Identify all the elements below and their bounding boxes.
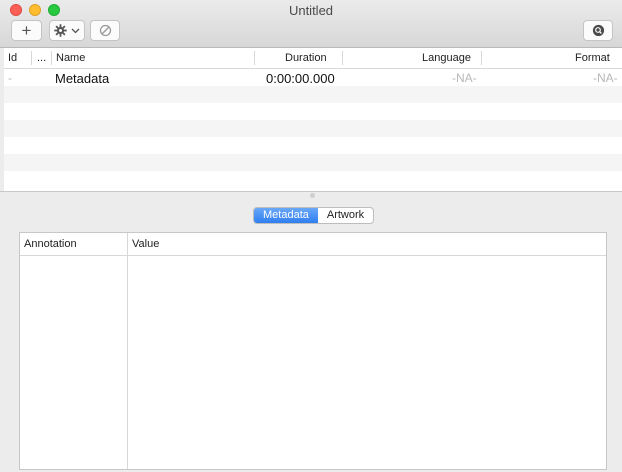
- window-title: Untitled: [288, 3, 334, 18]
- empty-row: [4, 137, 622, 154]
- column-header-duration[interactable]: Duration: [285, 52, 327, 64]
- column-header-format[interactable]: Format: [575, 52, 610, 64]
- app-window: Untitled + Id ... Name Duration Language…: [0, 0, 622, 472]
- empty-row: [4, 154, 622, 171]
- cell-name: Metadata: [55, 71, 110, 86]
- empty-row: [4, 171, 622, 188]
- metadata-table-header: Annotation Value: [20, 233, 606, 256]
- segmented-tabs: Metadata Artwork: [253, 207, 375, 224]
- split-handle[interactable]: [310, 193, 315, 198]
- empty-row: [4, 103, 622, 120]
- column-header-value[interactable]: Value: [132, 238, 159, 250]
- table-header: Id ... Name Duration Language Format: [4, 48, 622, 69]
- gear-icon: [54, 24, 67, 37]
- column-header-ellipsis[interactable]: ...: [37, 52, 46, 64]
- search-button[interactable]: [583, 20, 613, 41]
- cell-duration: 0:00:00.000: [266, 71, 335, 86]
- cancel-button[interactable]: [90, 20, 120, 41]
- prohibited-icon: [99, 24, 111, 37]
- search-icon: [592, 24, 604, 37]
- empty-row: [4, 120, 622, 137]
- cell-format: -NA-: [593, 71, 618, 85]
- empty-row: [4, 86, 622, 103]
- column-divider[interactable]: [127, 233, 128, 469]
- metadata-table: Annotation Value: [19, 232, 607, 470]
- column-header-name[interactable]: Name: [56, 52, 85, 64]
- column-header-annotation[interactable]: Annotation: [24, 238, 77, 250]
- column-divider[interactable]: [254, 51, 255, 65]
- tab-artwork[interactable]: Artwork: [318, 208, 373, 223]
- column-divider[interactable]: [481, 51, 482, 65]
- column-header-id[interactable]: Id: [8, 52, 17, 64]
- column-divider[interactable]: [31, 51, 32, 65]
- split-view-divider[interactable]: [0, 191, 622, 192]
- chevron-down-icon: [71, 28, 80, 33]
- action-menu-button[interactable]: [49, 20, 85, 41]
- column-divider[interactable]: [342, 51, 343, 65]
- title-bar: Untitled +: [0, 0, 622, 48]
- column-header-language[interactable]: Language: [422, 52, 471, 64]
- tracks-table: Id ... Name Duration Language Format - M…: [4, 48, 622, 191]
- column-divider[interactable]: [51, 51, 52, 65]
- add-button[interactable]: +: [11, 20, 42, 41]
- cell-language: -NA-: [452, 71, 477, 85]
- cell-id: -: [8, 71, 12, 85]
- table-row[interactable]: - Metadata 0:00:00.000 -NA- -NA-: [4, 69, 622, 86]
- tab-metadata[interactable]: Metadata: [254, 208, 318, 223]
